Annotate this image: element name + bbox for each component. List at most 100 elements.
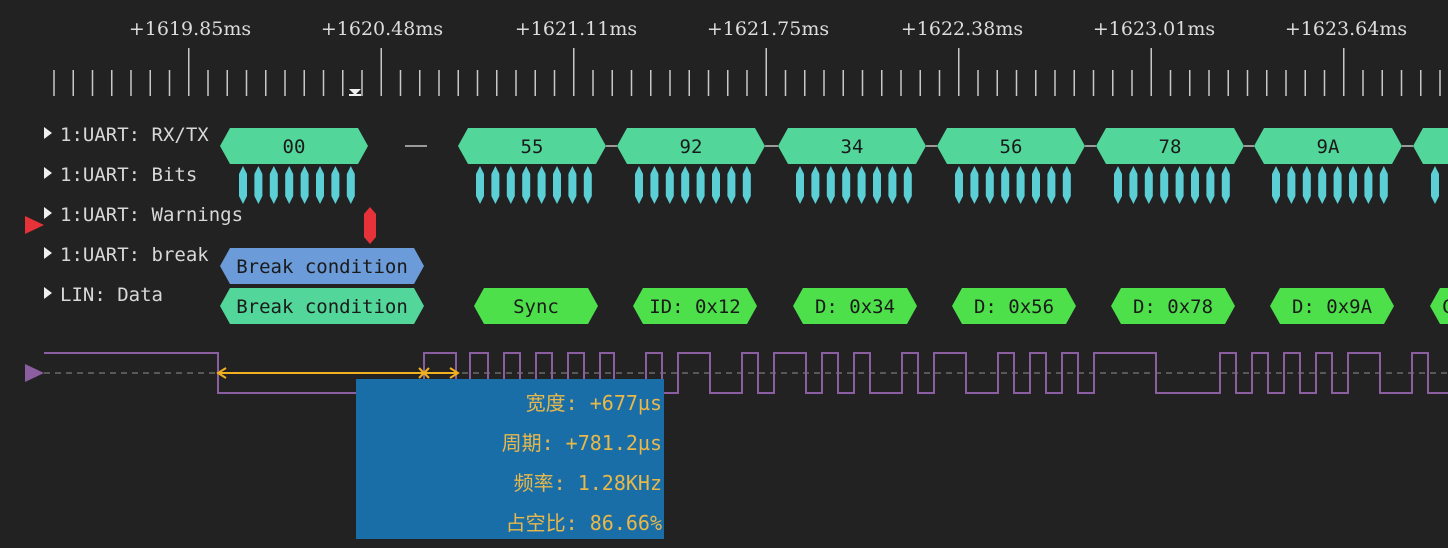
measure-duty: 占空比: 86.66% [505, 511, 662, 535]
bit-marker [1062, 166, 1071, 204]
bit-marker [239, 166, 247, 204]
bit-marker [568, 166, 577, 204]
uart-rxtx-row: 00 55 92 34 56 78 9A CC [220, 128, 1448, 164]
measure-period: 周期: +781.2µs [501, 431, 662, 455]
lin-frame-value: D: 0x56 [974, 296, 1054, 318]
uart-byte-cell[interactable]: 92 [617, 128, 765, 164]
lin-frame-cell[interactable]: D: 0x9A [1270, 288, 1394, 324]
lin-frame-cell[interactable]: Sync [474, 288, 598, 324]
bit-marker [1114, 166, 1122, 204]
bit-marker [650, 166, 659, 204]
uart-byte-value: 34 [841, 136, 864, 158]
bit-marker [583, 166, 592, 204]
bit-marker [1001, 166, 1010, 204]
lin-frame-value: D: 0x78 [1133, 296, 1213, 318]
bit-marker [1206, 166, 1215, 204]
bit-marker [331, 166, 340, 204]
bit-marker [1032, 166, 1040, 204]
measure-frequency: 频率: 1.28KHz [513, 471, 662, 495]
bit-marker [1175, 166, 1184, 204]
bit-marker [985, 166, 994, 204]
bit-marker [1221, 166, 1230, 204]
bit-marker [888, 166, 897, 204]
bit-marker [1047, 166, 1056, 204]
uart-byte-cell[interactable]: CC [1413, 128, 1448, 164]
bit-marker [635, 166, 643, 204]
uart-byte-cell[interactable]: 34 [778, 128, 926, 164]
uart-byte-value: 55 [521, 136, 544, 158]
signal-arrow-icon[interactable] [25, 364, 44, 382]
uart-break-row: Break condition [220, 248, 424, 284]
bit-marker [346, 166, 355, 204]
lin-frame-cell[interactable]: D: 0x56 [952, 288, 1076, 324]
bit-marker [696, 166, 705, 204]
bit-marker [285, 166, 294, 204]
ruler-ticks [53, 48, 1441, 96]
lin-frame-cell[interactable]: ID: 0x12 [633, 288, 757, 324]
bit-marker [537, 166, 546, 204]
uart-byte-cell[interactable]: 78 [1096, 128, 1244, 164]
bit-marker [955, 166, 963, 204]
measure-cursor[interactable] [216, 367, 460, 379]
time-cursor-base [349, 94, 361, 96]
bit-marker [742, 166, 751, 204]
bit-marker [254, 166, 263, 204]
lin-frame-cell[interactable]: Break condition [220, 288, 424, 324]
bit-marker [727, 166, 736, 204]
lin-frame-value: D: 0x34 [815, 296, 895, 318]
bit-marker [491, 166, 500, 204]
lin-frame-value: C [1442, 296, 1448, 318]
bit-marker [476, 166, 484, 204]
bit-marker [903, 166, 912, 204]
measure-width: 宽度: +677µs [525, 391, 662, 415]
bit-marker [522, 166, 531, 204]
bit-marker [1302, 166, 1311, 204]
bit-marker [1379, 166, 1388, 204]
bit-marker [826, 166, 835, 204]
bit-marker [316, 166, 324, 204]
lin-frame-cell[interactable]: D: 0x34 [793, 288, 917, 324]
bit-marker [712, 166, 720, 204]
lin-frame-cell[interactable]: C [1430, 288, 1448, 324]
lin-frame-cell[interactable]: D: 0x78 [1111, 288, 1235, 324]
lin-frame-value: ID: 0x12 [649, 296, 741, 318]
bit-marker [811, 166, 820, 204]
uart-byte-cell[interactable]: 56 [937, 128, 1085, 164]
bit-marker [269, 166, 278, 204]
lin-frame-value: D: 0x9A [1292, 296, 1373, 318]
uart-byte-value: 92 [680, 136, 703, 158]
bit-marker [873, 166, 881, 204]
warning-marker[interactable] [364, 207, 376, 244]
uart-byte-cell[interactable]: 55 [458, 128, 606, 164]
bit-marker [1333, 166, 1342, 204]
measurement-panel: 宽度: +677µs 周期: +781.2µs 频率: 1.28KHz 占空比:… [356, 379, 664, 539]
bit-marker [681, 166, 690, 204]
bit-marker [300, 166, 309, 204]
uart-byte-cell[interactable]: 9A [1254, 128, 1402, 164]
bit-marker [1129, 166, 1138, 204]
bit-marker [1349, 166, 1357, 204]
lin-frame-value: Sync [513, 296, 559, 318]
uart-byte-value: 78 [1159, 136, 1182, 158]
bit-marker [1431, 166, 1439, 204]
bit-marker [1160, 166, 1169, 204]
lin-data-row: Break condition Sync ID: 0x12 D: 0x34 D: 0x5… [220, 288, 1448, 324]
bit-marker [796, 166, 804, 204]
warning-arrow-icon[interactable] [25, 216, 44, 234]
bit-marker [970, 166, 979, 204]
bit-marker [506, 166, 515, 204]
break-label: Break condition [236, 256, 408, 278]
bit-marker [1144, 166, 1153, 204]
bit-marker [1016, 166, 1025, 204]
uart-byte-cell[interactable]: 00 [220, 128, 368, 164]
waveform-view[interactable]: 00 55 92 34 56 78 9A CC Break condition Break c… [0, 0, 1448, 548]
bit-marker [842, 166, 851, 204]
uart-byte-value: 56 [1000, 136, 1023, 158]
bit-marker [1318, 166, 1327, 204]
bit-marker [1272, 166, 1280, 204]
bit-marker [665, 166, 674, 204]
bit-marker [857, 166, 866, 204]
uart-byte-value: 00 [283, 136, 306, 158]
bit-marker [1364, 166, 1373, 204]
bit-marker [1287, 166, 1296, 204]
